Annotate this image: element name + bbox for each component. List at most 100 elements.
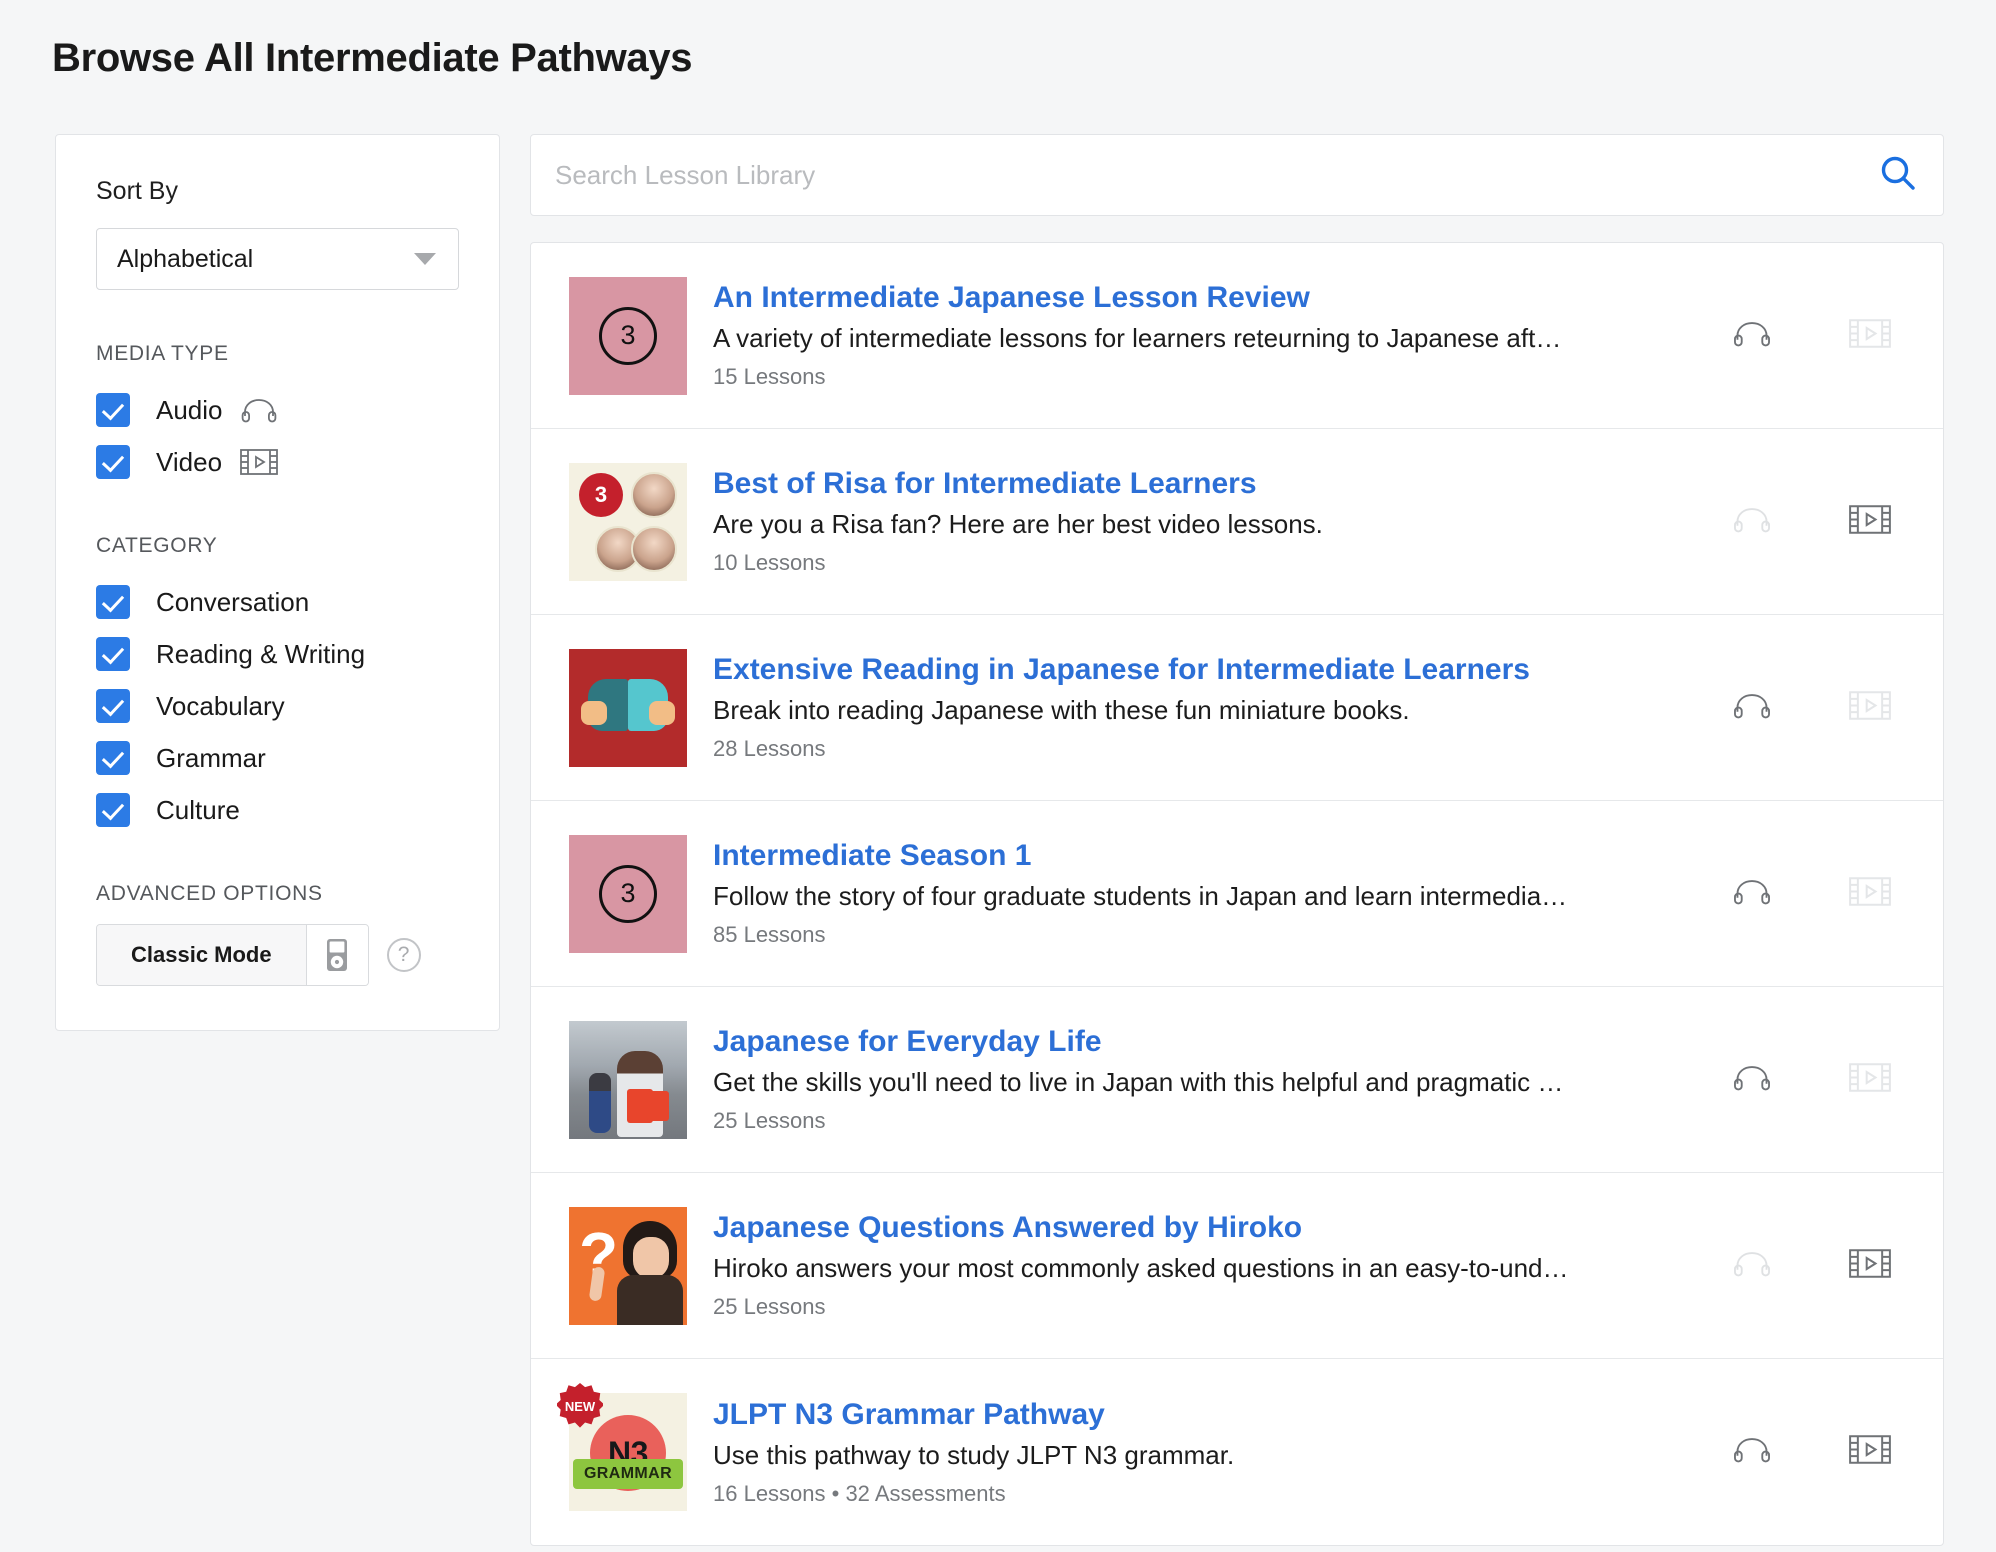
results-column: 3 An Intermediate Japanese Lesson Review…	[530, 134, 1944, 1546]
sort-by-label: Sort By	[96, 177, 459, 206]
pathway-meta: 28 Lessons	[713, 736, 1713, 762]
video-checkbox[interactable]	[96, 445, 130, 479]
pathway-title[interactable]: Intermediate Season 1	[713, 839, 1713, 873]
pathway-info: JLPT N3 Grammar Pathway Use this pathway…	[713, 1398, 1733, 1507]
reading-writing-checkbox[interactable]	[96, 637, 130, 671]
pathway-title[interactable]: JLPT N3 Grammar Pathway	[713, 1398, 1713, 1432]
category-reading-writing-row[interactable]: Reading & Writing	[96, 628, 459, 680]
portrait-icon	[617, 1221, 683, 1325]
pathway-info: Extensive Reading in Japanese for Interm…	[713, 653, 1733, 762]
category-heading: CATEGORY	[96, 534, 459, 558]
film-strip-icon	[1849, 1062, 1891, 1098]
classic-mode-row: Classic Mode ?	[96, 924, 459, 986]
search-icon[interactable]	[1879, 154, 1917, 197]
media-type-heading: MEDIA TYPE	[96, 342, 459, 366]
headphones-icon	[1733, 878, 1771, 910]
pathway-title[interactable]: An Intermediate Japanese Lesson Review	[713, 281, 1713, 315]
table-row[interactable]: 3 An Intermediate Japanese Lesson Review…	[531, 243, 1943, 429]
pathway-title[interactable]: Japanese for Everyday Life	[713, 1025, 1713, 1059]
portrait-icon	[631, 526, 677, 572]
pathway-media-icons	[1733, 1062, 1913, 1098]
table-row[interactable]: Extensive Reading in Japanese for Interm…	[531, 615, 1943, 801]
browse-pathways-page: Browse All Intermediate Pathways Sort By…	[0, 0, 1996, 1552]
pathway-media-icons	[1733, 876, 1913, 912]
vocabulary-checkbox[interactable]	[96, 689, 130, 723]
audio-checkbox[interactable]	[96, 393, 130, 427]
film-strip-icon	[1849, 1434, 1891, 1470]
help-icon[interactable]: ?	[387, 938, 421, 972]
portrait-icon	[631, 472, 677, 518]
pathway-media-icons	[1733, 318, 1913, 354]
pathway-thumbnail: NEW N3 GRAMMAR	[569, 1393, 687, 1511]
ribbon-label: GRAMMAR	[573, 1459, 683, 1489]
ipod-icon	[306, 925, 368, 985]
vocabulary-label: Vocabulary	[156, 691, 285, 722]
headphones-icon	[1733, 506, 1771, 538]
grammar-label: Grammar	[156, 743, 266, 774]
pathway-description: Hiroko answers your most commonly asked …	[713, 1253, 1618, 1284]
pathway-meta: 15 Lessons	[713, 364, 1713, 390]
audio-label: Audio	[156, 395, 223, 426]
pathway-description: A variety of intermediate lessons for le…	[713, 323, 1618, 354]
thumbnail-level-badge: 3	[599, 307, 657, 365]
category-grammar-row[interactable]: Grammar	[96, 732, 459, 784]
culture-label: Culture	[156, 795, 240, 826]
culture-checkbox[interactable]	[96, 793, 130, 827]
pathway-info: Japanese for Everyday Life Get the skill…	[713, 1025, 1733, 1134]
pathway-description: Get the skills you'll need to live in Ja…	[713, 1067, 1618, 1098]
category-culture-row[interactable]: Culture	[96, 784, 459, 836]
hand-icon	[581, 701, 607, 725]
table-row[interactable]: 3 Best of Risa for Intermediate Learners…	[531, 429, 1943, 615]
pathway-media-icons	[1733, 504, 1913, 540]
search-bar	[530, 134, 1944, 216]
pathway-description: Break into reading Japanese with these f…	[713, 695, 1618, 726]
category-conversation-row[interactable]: Conversation	[96, 576, 459, 628]
page-title: Browse All Intermediate Pathways	[52, 36, 692, 81]
pathway-thumbnail	[569, 649, 687, 767]
pathway-info: An Intermediate Japanese Lesson Review A…	[713, 281, 1733, 390]
reading-writing-label: Reading & Writing	[156, 639, 365, 670]
headphones-icon	[1733, 692, 1771, 724]
conversation-checkbox[interactable]	[96, 585, 130, 619]
thumbnail-level-badge: 3	[579, 473, 623, 517]
pathway-meta: 25 Lessons	[713, 1108, 1713, 1134]
pathway-info: Intermediate Season 1 Follow the story o…	[713, 839, 1733, 948]
pathway-media-icons	[1733, 1434, 1913, 1470]
chevron-down-icon	[414, 253, 436, 265]
pathway-thumbnail: 3	[569, 835, 687, 953]
media-type-audio-row[interactable]: Audio	[96, 384, 459, 436]
conversation-label: Conversation	[156, 587, 309, 618]
headphones-icon	[1733, 320, 1771, 352]
video-label: Video	[156, 447, 222, 478]
filter-sidebar: Sort By Alphabetical MEDIA TYPE Audio Vi…	[55, 134, 500, 1031]
table-row[interactable]: 3 Intermediate Season 1 Follow the story…	[531, 801, 1943, 987]
pathway-info: Best of Risa for Intermediate Learners A…	[713, 467, 1733, 576]
media-type-video-row[interactable]: Video	[96, 436, 459, 488]
search-input[interactable]	[555, 160, 1879, 191]
pathway-meta: 85 Lessons	[713, 922, 1713, 948]
sort-by-select[interactable]: Alphabetical	[96, 228, 459, 290]
headphones-icon	[241, 397, 277, 423]
pathway-meta: 16 Lessons • 32 Assessments	[713, 1481, 1713, 1507]
results-list: 3 An Intermediate Japanese Lesson Review…	[530, 242, 1944, 1546]
film-strip-icon	[1849, 318, 1891, 354]
film-strip-icon	[1849, 504, 1891, 540]
classic-mode-label: Classic Mode	[97, 925, 306, 985]
thumbnail-level-badge: 3	[599, 865, 657, 923]
table-row[interactable]: Japanese for Everyday Life Get the skill…	[531, 987, 1943, 1173]
pathway-title[interactable]: Extensive Reading in Japanese for Interm…	[713, 653, 1713, 687]
pathway-description: Use this pathway to study JLPT N3 gramma…	[713, 1440, 1618, 1471]
pathway-description: Follow the story of four graduate studen…	[713, 881, 1618, 912]
category-vocabulary-row[interactable]: Vocabulary	[96, 680, 459, 732]
grammar-checkbox[interactable]	[96, 741, 130, 775]
pathway-meta: 25 Lessons	[713, 1294, 1713, 1320]
table-row[interactable]: NEW N3 GRAMMAR JLPT N3 Grammar Pathway U…	[531, 1359, 1943, 1545]
film-strip-icon	[1849, 1248, 1891, 1284]
film-strip-icon	[1849, 690, 1891, 726]
pathway-meta: 10 Lessons	[713, 550, 1713, 576]
pathway-title[interactable]: Japanese Questions Answered by Hiroko	[713, 1211, 1713, 1245]
table-row[interactable]: ? Japanese Questions Answered by Hiroko …	[531, 1173, 1943, 1359]
classic-mode-button[interactable]: Classic Mode	[96, 924, 369, 986]
pathway-title[interactable]: Best of Risa for Intermediate Learners	[713, 467, 1713, 501]
sort-by-value: Alphabetical	[117, 245, 253, 274]
